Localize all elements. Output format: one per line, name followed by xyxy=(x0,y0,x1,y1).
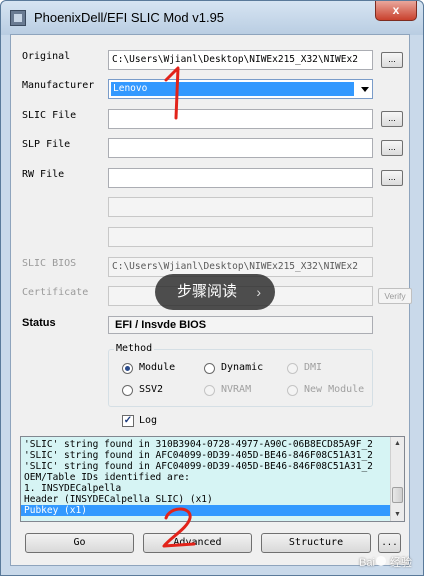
manufacturer-label: Manufacturer xyxy=(22,80,95,91)
log-line-selected[interactable]: Pubkey (x1) xyxy=(21,505,390,516)
slic-file-label: SLIC File xyxy=(22,110,77,121)
method-groupbox xyxy=(108,349,373,407)
slp-file-browse-button[interactable]: ... xyxy=(381,140,403,156)
rw-file-browse-button[interactable]: ... xyxy=(381,170,403,186)
new-module-radio xyxy=(287,385,298,396)
overlay-text: 步骤阅读 xyxy=(177,283,238,300)
go-button[interactable]: Go xyxy=(25,533,134,553)
method-title: Method xyxy=(114,343,155,354)
slic-file-browse-button[interactable]: ... xyxy=(381,111,403,127)
original-path-field[interactable]: C:\Users\Wjianl\Desktop\NIWEx215_X32\NIW… xyxy=(108,50,373,70)
slp-file-field[interactable] xyxy=(108,138,373,158)
nvram-radio xyxy=(204,385,215,396)
ssv2-radio-label[interactable]: SSV2 xyxy=(139,384,163,395)
manufacturer-dropdown[interactable]: Lenovo xyxy=(108,79,373,99)
chevron-down-icon[interactable] xyxy=(361,87,369,92)
original-label: Original xyxy=(22,51,71,62)
module-radio-label[interactable]: Module xyxy=(139,362,175,373)
scroll-down-icon[interactable]: ▼ xyxy=(391,508,404,521)
slic-file-field[interactable] xyxy=(108,109,373,129)
log-line: 'SLIC' string found in 310B3904-0728-497… xyxy=(24,439,373,450)
scrollbar-thumb[interactable] xyxy=(392,487,403,503)
dynamic-radio-label[interactable]: Dynamic xyxy=(221,362,263,373)
more-button[interactable]: ... xyxy=(378,533,401,553)
step-reading-overlay[interactable]: 步骤阅读 › xyxy=(155,274,275,310)
extra-field-2 xyxy=(108,227,373,247)
log-line: 'SLIC' string found in AFC04099-0D39-405… xyxy=(24,461,373,472)
log-checkbox[interactable]: ✓ xyxy=(122,415,134,427)
advanced-button[interactable]: Advanced xyxy=(143,533,252,553)
verify-button: Verify xyxy=(378,288,412,304)
log-checkbox-label[interactable]: Log xyxy=(139,415,157,426)
log-line: Header (INSYDECalpella SLIC) (x1) xyxy=(24,494,213,505)
new-module-radio-label: New Module xyxy=(304,384,365,395)
nvram-radio-label: NVRAM xyxy=(221,384,252,395)
log-line: 1. INSYDECalpella xyxy=(24,483,122,494)
rw-file-label: RW File xyxy=(22,169,65,180)
structure-button[interactable]: Structure xyxy=(261,533,371,553)
extra-field-1 xyxy=(108,197,373,217)
close-button[interactable]: x xyxy=(375,1,417,21)
scroll-up-icon[interactable]: ▲ xyxy=(391,437,404,450)
log-output[interactable]: 'SLIC' string found in 310B3904-0728-497… xyxy=(20,436,405,522)
manufacturer-selected-value: Lenovo xyxy=(111,82,354,96)
window-title: PhoenixDell/EFI SLIC Mod v1.95 xyxy=(34,10,225,25)
slp-file-label: SLP File xyxy=(22,139,71,150)
original-browse-button[interactable]: ... xyxy=(381,52,403,68)
status-value: EFI / Insvde BIOS xyxy=(108,316,373,334)
log-line: 'SLIC' string found in AFC04099-0D39-405… xyxy=(24,450,373,461)
app-icon xyxy=(10,10,26,26)
certificate-label: Certificate xyxy=(22,287,89,298)
log-scrollbar[interactable]: ▲ ▼ xyxy=(390,437,404,521)
slic-bios-label: SLIC BIOS xyxy=(22,258,77,269)
watermark: Bai 经验 xyxy=(359,556,412,569)
ssv2-radio[interactable] xyxy=(122,385,133,396)
dmi-radio-label: DMI xyxy=(304,362,323,373)
status-label: Status xyxy=(22,317,56,329)
dynamic-radio[interactable] xyxy=(204,363,215,374)
log-line: OEM/Table IDs identified are: xyxy=(24,472,190,483)
module-radio[interactable] xyxy=(122,363,133,374)
rw-file-field[interactable] xyxy=(108,168,373,188)
chevron-right-icon: › xyxy=(256,284,261,300)
title-bar[interactable]: PhoenixDell/EFI SLIC Mod v1.95 x xyxy=(1,1,423,35)
dmi-radio xyxy=(287,363,298,374)
